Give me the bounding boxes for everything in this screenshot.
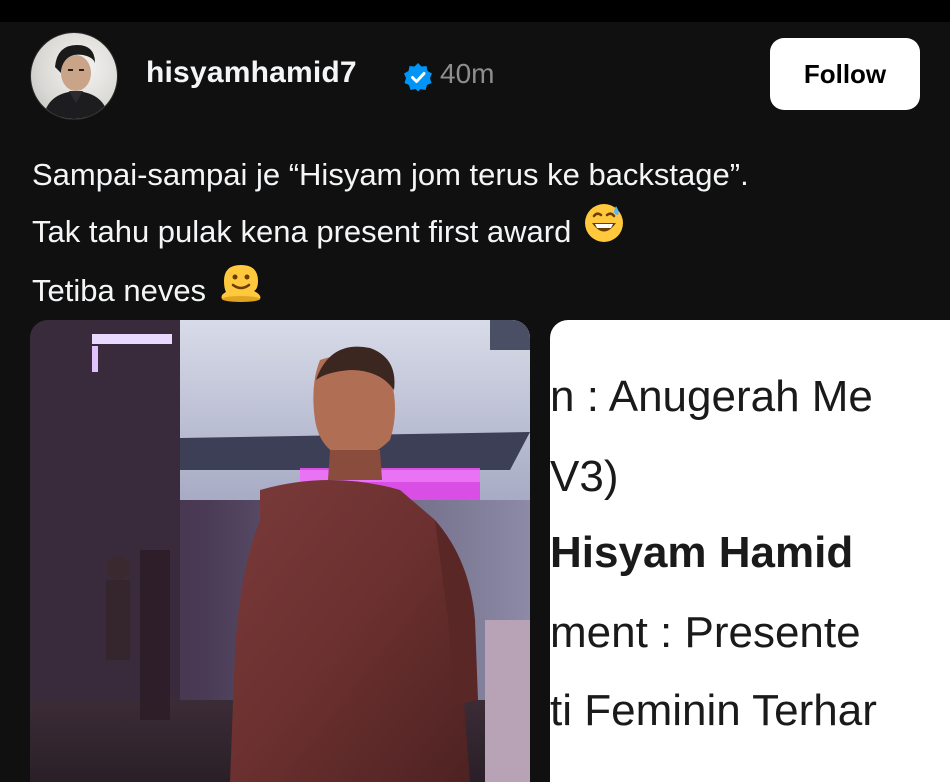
caption-text: Tetiba neves [32,272,207,308]
caption-text: Tak tahu pulak kena present first award [32,213,572,249]
username[interactable]: hisyamhamid7 [146,56,357,90]
award-document-image[interactable]: n : Anugerah Me V3) Hisyam Hamid ment : … [550,320,950,782]
caption-text: Sampai-sampai je “Hisyam jom terus ke ba… [32,157,749,192]
avatar[interactable] [30,32,118,120]
follow-button[interactable]: Follow [770,38,920,110]
document-line: ti Feminin Terhar [550,686,877,735]
verified-badge-icon [404,63,432,92]
post-caption: Sampai-sampai je “Hisyam jom terus ke ba… [32,148,749,320]
caption-line: Tak tahu pulak kena present first award [32,202,749,261]
document-line: n : Anugerah Me [550,372,873,421]
document-line: Hisyam Hamid [550,528,854,577]
grinning-sweat-emoji-icon [583,202,625,261]
caption-line: Tetiba neves [32,261,749,320]
backstage-photo[interactable] [30,320,530,782]
status-bar [0,0,950,22]
post-timestamp: 40m [440,58,495,89]
document-line: ment : Presente [550,608,861,657]
melting-face-emoji-icon [218,261,264,320]
caption-line: Sampai-sampai je “Hisyam jom terus ke ba… [32,148,749,202]
document-line: V3) [550,452,619,501]
thread-post: hisyamhamid7 40m Follow Sampai-sampai je… [0,22,950,782]
